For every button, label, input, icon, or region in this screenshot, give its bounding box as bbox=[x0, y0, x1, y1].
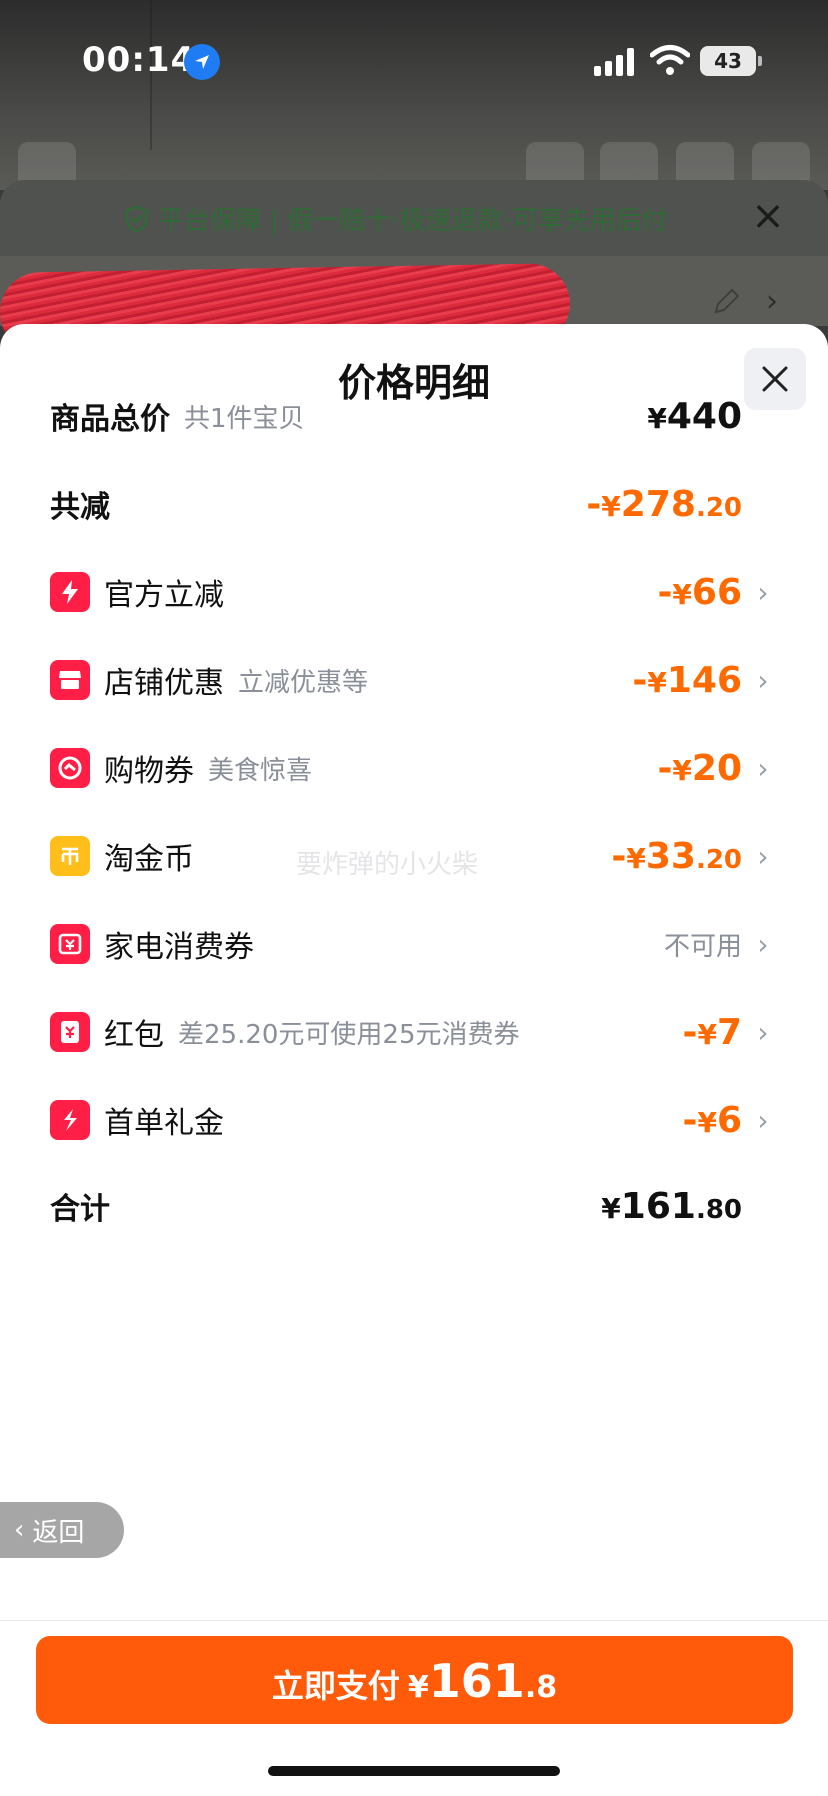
row-appliance-coupon[interactable]: 家电消费券 不可用 › bbox=[50, 914, 776, 974]
appliance-coupon-icon bbox=[50, 924, 90, 964]
first-order-gift-icon bbox=[50, 1100, 90, 1140]
store-icon bbox=[50, 660, 90, 700]
home-indicator bbox=[268, 1766, 560, 1776]
chevron-right-icon: › bbox=[757, 927, 769, 961]
red-envelope-icon bbox=[50, 1012, 90, 1052]
chevron-right-icon: › bbox=[757, 663, 769, 697]
back-button[interactable]: ‹ 返回 bbox=[0, 1502, 124, 1558]
price-detail-sheet: 价格明细 商品总价 共1件宝贝 ¥440 › 共减 -¥278.20 › 官方立… bbox=[0, 324, 828, 1796]
chevron-right-icon: › bbox=[757, 751, 769, 785]
watermark: 要炸弹的小火柴 bbox=[296, 850, 479, 880]
row-shopping-coupon[interactable]: 购物券 美食惊喜 - ¥20 › bbox=[50, 738, 776, 798]
status-bar: 00:14 43 bbox=[0, 0, 828, 120]
chevron-right-icon: › bbox=[757, 575, 769, 609]
platform-guarantee-banner: 平台保障 | 假一赔十·极速退款·可享先用后付 × bbox=[0, 180, 828, 256]
lightning-icon bbox=[50, 572, 90, 612]
location-arrow-icon bbox=[184, 44, 220, 80]
pay-now-button[interactable]: 立即支付 ¥ 161 .8 bbox=[36, 1636, 793, 1724]
edit-icon bbox=[714, 288, 740, 314]
close-icon[interactable]: × bbox=[746, 194, 790, 238]
row-first-order-gift[interactable]: 首单礼金 - ¥6 › bbox=[50, 1090, 776, 1150]
guarantee-text: 平台保障 | 假一赔十·极速退款·可享先用后付 bbox=[158, 206, 668, 236]
coupon-icon bbox=[50, 748, 90, 788]
divider bbox=[0, 1620, 828, 1621]
chevron-left-icon: ‹ bbox=[14, 1515, 25, 1545]
total-discount-amount: - ¥278.20 bbox=[586, 483, 742, 525]
grand-total-amount: ¥161.80 bbox=[601, 1185, 742, 1227]
row-grand-total: 合计 ¥161.80 › bbox=[50, 1185, 742, 1228]
wifi-icon bbox=[650, 45, 690, 75]
row-store-discount[interactable]: 店铺优惠 立减优惠等 - ¥146 › bbox=[50, 650, 776, 710]
chevron-right-icon: › bbox=[757, 1015, 769, 1049]
row-official-discount[interactable]: 官方立减 - ¥66 › bbox=[50, 562, 776, 622]
chevron-right-icon: › bbox=[757, 1103, 769, 1137]
row-goods-total: 商品总价 共1件宝贝 ¥440 › bbox=[50, 395, 742, 438]
coin-icon bbox=[50, 836, 90, 876]
chevron-right-icon: › bbox=[766, 284, 778, 319]
appliance-coupon-status: 不可用 bbox=[663, 931, 742, 962]
row-total-discount: 共减 -¥278.20 › bbox=[50, 483, 742, 526]
goods-total-amount: ¥440 bbox=[647, 395, 742, 437]
chevron-right-icon: › bbox=[757, 839, 769, 873]
row-red-envelope[interactable]: 红包 差25.20元可使用25元消费券 - ¥7 › bbox=[50, 1002, 776, 1062]
shield-icon bbox=[125, 205, 149, 232]
status-time: 00:14 bbox=[82, 40, 196, 80]
battery-indicator: 43 bbox=[700, 46, 762, 76]
cellular-signal-icon bbox=[594, 48, 634, 76]
back-label: 返回 bbox=[32, 1517, 85, 1548]
